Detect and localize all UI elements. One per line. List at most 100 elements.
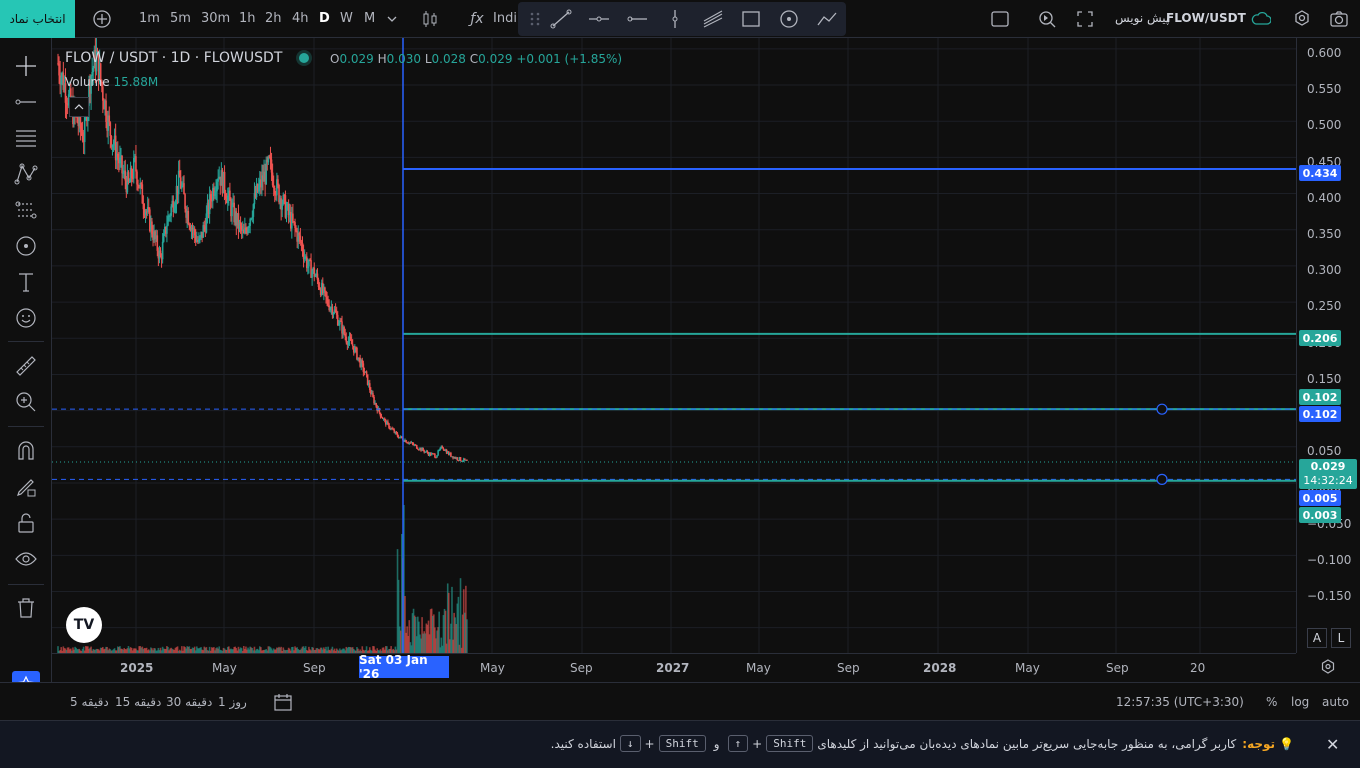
emoji-icon[interactable] xyxy=(13,305,39,331)
price-tick-label: −0.150 xyxy=(1307,589,1352,603)
line-tool-icon[interactable] xyxy=(13,89,39,115)
draw-mode-icon[interactable] xyxy=(13,474,39,500)
market-status-dot xyxy=(299,53,309,63)
range-30m[interactable]: 30 دقیقه xyxy=(166,695,212,709)
price-tick-label: −0.100 xyxy=(1307,552,1352,567)
cloud-sync-icon[interactable] xyxy=(1251,9,1271,29)
candle-body xyxy=(216,181,218,192)
pattern-tool-icon[interactable] xyxy=(13,161,39,187)
vertical-line-icon[interactable] xyxy=(664,9,686,29)
interval-d[interactable]: D xyxy=(319,11,330,26)
candle-body xyxy=(167,216,169,226)
horizontal-ray-icon[interactable] xyxy=(588,9,610,29)
ruler-icon[interactable] xyxy=(13,353,39,379)
interval-w[interactable]: W xyxy=(340,11,353,26)
candle-body xyxy=(383,418,386,420)
axis-settings-gear-icon[interactable] xyxy=(1318,657,1338,677)
date-range-calendar-icon[interactable] xyxy=(272,691,294,713)
indicators-button[interactable]: Indi xyxy=(493,11,517,26)
range-15m[interactable]: 15 دقیقه xyxy=(115,695,161,709)
interval-30m[interactable]: 30m xyxy=(201,11,230,26)
camera-icon[interactable] xyxy=(1329,9,1349,29)
time-label: May xyxy=(1015,661,1040,675)
add-symbol-icon[interactable] xyxy=(92,9,112,29)
candle-body xyxy=(60,77,63,85)
circle-tool-icon[interactable] xyxy=(778,9,800,29)
percent-toggle[interactable]: % xyxy=(1266,695,1277,709)
forecast-tool-icon[interactable] xyxy=(13,197,39,223)
candle-body xyxy=(112,144,115,146)
chevron-down-icon[interactable] xyxy=(382,9,402,29)
clock-timezone[interactable]: 12:57:35 (UTC+3:30) xyxy=(1116,695,1244,709)
candle-body xyxy=(130,167,133,179)
interval-1m[interactable]: 1m xyxy=(139,11,160,26)
shapes-tool-icon[interactable] xyxy=(13,233,39,259)
interval-5m[interactable]: 5m xyxy=(170,11,191,26)
low-value: 0.028 xyxy=(431,52,466,66)
path-tool-icon[interactable] xyxy=(816,9,838,29)
ray-icon[interactable] xyxy=(626,9,648,29)
top-toolbar: انتخاب نماد 1m 5m 30m 1h 2h 4h D W M ƒx … xyxy=(0,0,1360,38)
layout-icon[interactable] xyxy=(990,9,1010,29)
candle-body xyxy=(248,225,250,228)
time-axis[interactable]: 2025 May Sep Sat 03 Jan '26 May Sep 2027… xyxy=(52,653,1296,681)
volume-legend: Volume 15.88M xyxy=(65,75,158,89)
settings-gear-icon[interactable] xyxy=(1292,9,1312,29)
rectangle-icon[interactable] xyxy=(740,9,762,29)
drag-handle-icon[interactable] xyxy=(524,9,546,29)
key-arrow-up: ↑ xyxy=(727,735,749,752)
tradingview-logo-icon[interactable]: TV xyxy=(66,607,102,643)
candle-body xyxy=(308,259,310,267)
candle-body xyxy=(335,312,338,315)
candle-body xyxy=(361,360,364,364)
candle-body xyxy=(183,183,185,195)
collapse-legend-icon[interactable] xyxy=(69,97,89,117)
visibility-eye-icon[interactable] xyxy=(13,546,39,572)
crosshair-icon[interactable] xyxy=(13,53,39,79)
text-tool-icon[interactable] xyxy=(13,269,39,295)
time-label: May xyxy=(212,661,237,675)
trash-icon[interactable] xyxy=(13,595,39,621)
candle-body xyxy=(108,115,111,123)
pitchfork-icon[interactable] xyxy=(702,9,724,29)
range-1d[interactable]: 1 روز xyxy=(218,695,247,709)
candlestick-chart[interactable] xyxy=(52,38,1296,653)
candle-body xyxy=(81,132,84,141)
log-scale-button[interactable]: L xyxy=(1331,628,1351,648)
magnet-icon[interactable] xyxy=(13,438,39,464)
candle-type-icon[interactable] xyxy=(420,9,440,29)
candle-body xyxy=(351,344,354,346)
candle-body xyxy=(173,208,176,213)
candle-body xyxy=(135,156,137,172)
symbol-search-button[interactable]: انتخاب نماد xyxy=(0,0,75,38)
lock-icon[interactable] xyxy=(13,510,39,536)
candle-body xyxy=(442,448,445,450)
interval-2h[interactable]: 2h xyxy=(265,11,282,26)
auto-scale-button[interactable]: A xyxy=(1307,628,1327,648)
fib-retracement-icon[interactable] xyxy=(13,125,39,151)
log-toggle[interactable]: log xyxy=(1291,695,1309,709)
replay-icon[interactable] xyxy=(1037,9,1057,29)
price-axis[interactable]: 0.600 0.550 0.500 0.450 0.400 0.350 0.300 0.250… xyxy=(1296,38,1360,653)
chart-symbol-title: FLOW/USDT xyxy=(1166,11,1246,25)
auto-toggle[interactable]: auto xyxy=(1322,695,1349,709)
candle-body xyxy=(368,383,371,391)
candle-body xyxy=(305,256,308,269)
close-notice-icon[interactable]: ✕ xyxy=(1326,735,1339,754)
interval-4h[interactable]: 4h xyxy=(292,11,309,26)
candle-body xyxy=(272,185,275,188)
candle-body xyxy=(58,63,60,76)
trend-line-icon[interactable] xyxy=(550,9,572,29)
time-label: Sep xyxy=(303,661,326,675)
zoom-in-icon[interactable] xyxy=(13,389,39,415)
candle-body xyxy=(318,287,321,290)
candle-body xyxy=(169,215,171,217)
interval-1h[interactable]: 1h xyxy=(239,11,256,26)
candle-body xyxy=(105,100,107,123)
interval-m[interactable]: M xyxy=(364,11,375,26)
fullscreen-icon[interactable] xyxy=(1075,9,1095,29)
range-5m[interactable]: 5 دقیقه xyxy=(70,695,109,709)
change-value: +0.001 (+1.85%) xyxy=(516,52,623,66)
indicators-icon[interactable]: ƒx xyxy=(467,9,487,29)
chart-pane[interactable] xyxy=(52,38,1296,653)
